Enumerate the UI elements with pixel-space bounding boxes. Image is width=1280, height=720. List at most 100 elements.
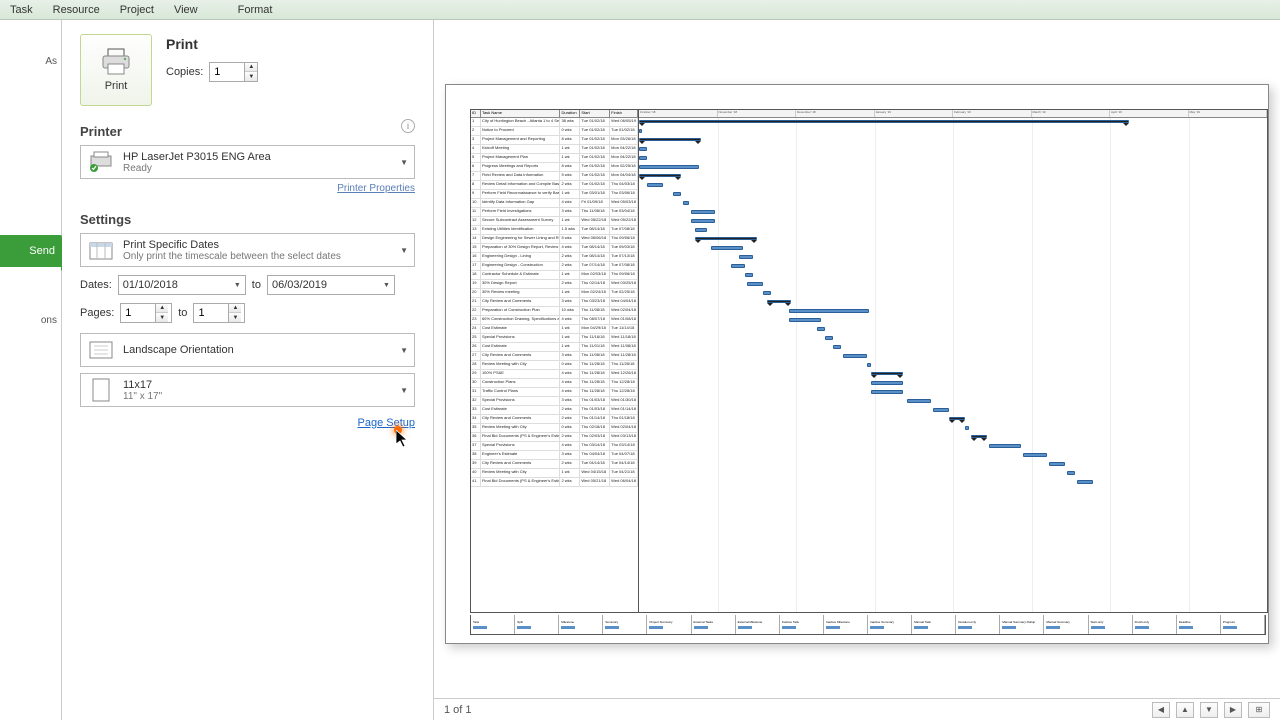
- page-to-spinner[interactable]: ▲▼: [193, 303, 245, 323]
- table-row: 24Cost Estimate1 wkMon 04/29/18Tue 11/14…: [471, 325, 638, 334]
- ribbon-tab-resource[interactable]: Resource: [43, 2, 110, 18]
- table-row: 36Final Bid Documents (PS & Engineer's E…: [471, 433, 638, 442]
- table-row: 12Secure Subcontract Assessment Survey1 …: [471, 217, 638, 226]
- page-to-input[interactable]: [194, 307, 228, 319]
- gantt-bar: [711, 246, 743, 250]
- table-row: 37Special Provisions4 wksThu 03/14/18Thu…: [471, 442, 638, 451]
- gantt-bar: [789, 318, 821, 322]
- gantt-bar: [767, 300, 791, 303]
- gantt-bar: [639, 156, 647, 160]
- gantt-bar: [989, 444, 1021, 448]
- table-row: 28Review Meeting with City0 wksThu 11/28…: [471, 361, 638, 370]
- nav-item-save-as[interactable]: As: [0, 48, 61, 75]
- chevron-down-icon: ▼: [383, 282, 390, 289]
- chevron-down-icon: ▼: [400, 346, 408, 355]
- table-row: 33Cost Estimate2 wksThu 01/03/18Wed 01/1…: [471, 406, 638, 415]
- ribbon-tab-task[interactable]: Task: [0, 2, 43, 18]
- table-row: 26Cost Estimate1 wkThu 11/01/18Wed 11/08…: [471, 343, 638, 352]
- gantt-header-row: ID Task Name Duration Start Finish: [471, 110, 638, 118]
- printer-status: Ready: [123, 163, 408, 174]
- orientation-label: Landscape Orientation: [123, 344, 408, 356]
- settings-section-title: Settings: [80, 212, 415, 227]
- gantt-bar: [817, 327, 825, 331]
- gantt-chart: ID Task Name Duration Start Finish 1City…: [470, 109, 1268, 613]
- chevron-down-icon: ▼: [400, 158, 408, 167]
- ribbon-tab-format[interactable]: Format: [228, 2, 283, 18]
- scroll-down-button[interactable]: ▼: [1200, 702, 1218, 718]
- zoom-mode-button[interactable]: ⊞: [1248, 702, 1270, 718]
- date-to-label: to: [252, 279, 261, 291]
- page-setup-link[interactable]: Page Setup: [80, 417, 415, 429]
- gantt-bar: [971, 435, 987, 438]
- gantt-bar: [639, 138, 701, 141]
- table-row: 31Traffic Control Plans4 wksThu 11/28/18…: [471, 388, 638, 397]
- copies-spinner[interactable]: ▲▼: [209, 62, 258, 82]
- table-row: 11Perform Field Investigations3 wksThu 1…: [471, 208, 638, 217]
- page-from-input[interactable]: [121, 307, 155, 319]
- chevron-down-icon[interactable]: ▼: [229, 313, 241, 322]
- landscape-icon: [87, 338, 115, 362]
- chevron-up-icon[interactable]: ▲: [156, 304, 168, 313]
- table-row: 38Engineer's Estimate3 wksThu 04/04/18Tu…: [471, 451, 638, 460]
- calendar-range-icon: [87, 238, 115, 262]
- printer-status-icon: [87, 150, 115, 174]
- table-row: 17Engineering Design - Construction2 wks…: [471, 262, 638, 271]
- gantt-bar: [949, 417, 965, 420]
- page-counter: 1 of 1: [444, 704, 472, 716]
- gantt-bar: [745, 273, 753, 277]
- ribbon-tab-project[interactable]: Project: [110, 2, 164, 18]
- copies-input[interactable]: [210, 66, 244, 78]
- print-button[interactable]: Print: [80, 34, 152, 106]
- table-row: 3Project Management and Reporting8 wksTu…: [471, 136, 638, 145]
- table-row: 10Identify Data Information Gap4 wksFri …: [471, 199, 638, 208]
- prev-page-button[interactable]: ◀: [1152, 702, 1170, 718]
- gantt-bar: [907, 399, 931, 403]
- table-row: 21City Review and Comments3 wksThu 03/23…: [471, 298, 638, 307]
- printer-properties-link[interactable]: Printer Properties: [80, 183, 415, 194]
- orientation-dropdown[interactable]: Landscape Orientation ▼: [80, 333, 415, 367]
- nav-item-options[interactable]: ons: [0, 307, 61, 334]
- nav-item-save-send[interactable]: Send: [0, 235, 61, 267]
- gantt-bar: [833, 345, 841, 349]
- gantt-bar: [843, 354, 867, 358]
- paper-size-dropdown[interactable]: 11x17 11" x 17" ▼: [80, 373, 415, 407]
- chevron-down-icon[interactable]: ▼: [156, 313, 168, 322]
- page-icon: [87, 378, 115, 402]
- pages-to-label: to: [178, 307, 187, 319]
- gantt-bar: [647, 183, 663, 187]
- scope-subtitle: Only print the timescale between the sel…: [123, 251, 408, 262]
- pages-label: Pages:: [80, 307, 114, 319]
- print-scope-dropdown[interactable]: Print Specific Dates Only print the time…: [80, 233, 415, 267]
- table-row: 1930% Design Report2 wksThu 02/14/18Wed …: [471, 280, 638, 289]
- paper-title: 11x17: [123, 379, 408, 391]
- print-heading: Print: [166, 36, 415, 52]
- scroll-up-button[interactable]: ▲: [1176, 702, 1194, 718]
- table-row: 34City Review and Comments2 wksThu 01/14…: [471, 415, 638, 424]
- gantt-bar: [639, 174, 681, 177]
- printer-dropdown[interactable]: HP LaserJet P3015 ENG Area Ready ▼: [80, 145, 415, 179]
- gantt-bar: [763, 291, 771, 295]
- printer-section-title: Printer: [80, 124, 122, 139]
- gantt-bar: [739, 255, 753, 259]
- page-from-spinner[interactable]: ▲▼: [120, 303, 172, 323]
- date-to-input[interactable]: 06/03/2019▼: [267, 275, 395, 295]
- gantt-bar: [673, 192, 681, 196]
- date-from-input[interactable]: 01/10/2018▼: [118, 275, 246, 295]
- backstage-nav: As Send ons: [0, 20, 62, 720]
- table-row: 14Design Engineering for Sewer Lining an…: [471, 235, 638, 244]
- print-panel: Print Print Copies: ▲▼ Printer i HP Lase…: [62, 20, 434, 720]
- gantt-bar: [871, 372, 903, 375]
- gantt-bar: [639, 165, 699, 169]
- chevron-down-icon[interactable]: ▼: [245, 72, 257, 81]
- chevron-up-icon[interactable]: ▲: [245, 63, 257, 72]
- info-icon[interactable]: i: [401, 119, 415, 133]
- table-row: 40Review Meeting with City1 wkWed 04/15/…: [471, 469, 638, 478]
- next-page-button[interactable]: ▶: [1224, 702, 1242, 718]
- ribbon-tab-view[interactable]: View: [164, 2, 208, 18]
- table-row: 29100% PS&E4 wksThu 11/28/18Wed 12/26/18: [471, 370, 638, 379]
- chevron-up-icon[interactable]: ▲: [229, 304, 241, 313]
- gantt-bar: [867, 363, 871, 367]
- chevron-down-icon: ▼: [400, 246, 408, 255]
- table-row: 2Notice to Proceed0 wksTue 01/02/18Tue 0…: [471, 127, 638, 136]
- gantt-bar: [789, 309, 869, 313]
